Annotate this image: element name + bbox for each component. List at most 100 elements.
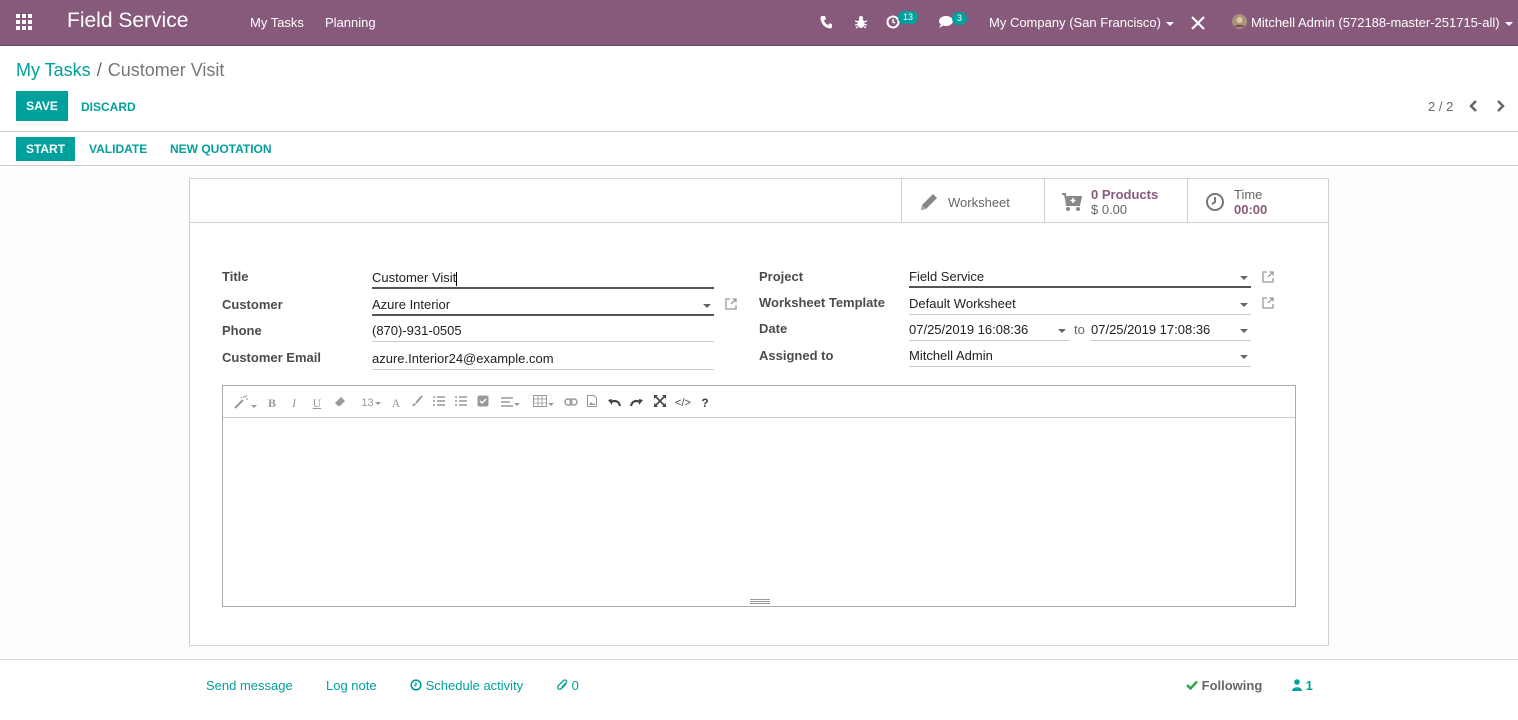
chatter-divider (0, 659, 1518, 660)
chevron-down-icon[interactable] (1058, 329, 1066, 333)
chevron-down-icon (1165, 21, 1174, 26)
image-icon[interactable] (586, 395, 598, 411)
attachments-button[interactable]: 0 (557, 678, 579, 693)
align-dropdown-icon[interactable] (498, 395, 522, 411)
save-button[interactable]: Save (16, 91, 68, 121)
pager-next-icon[interactable] (1496, 97, 1510, 115)
date-start-input[interactable]: 07/25/2019 16:08:36 (909, 319, 1069, 341)
time-stat-text: Time 00:00 (1234, 187, 1267, 217)
help-icon[interactable]: ? (699, 395, 711, 411)
chevron-down-icon[interactable] (1240, 355, 1248, 359)
breadcrumb-separator: / (96, 60, 102, 80)
discard-button[interactable]: Discard (81, 100, 136, 114)
followers-button[interactable]: 1 (1292, 678, 1313, 693)
new-quotation-button[interactable]: New Quotation (170, 142, 272, 156)
customer-input[interactable]: Azure Interior (372, 294, 714, 316)
project-label: Project (759, 269, 804, 284)
send-message-button[interactable]: Send message (206, 678, 293, 693)
description-editor: B I U 13 A </> ? (222, 385, 1296, 607)
assigned-to-label: Assigned to (759, 348, 834, 363)
phone-icon[interactable] (820, 15, 832, 32)
title-label: Title (222, 269, 249, 284)
fullscreen-icon[interactable] (653, 395, 667, 411)
time-stat-button[interactable]: Time 00:00 (1187, 179, 1330, 222)
app-name[interactable]: Field Service (67, 9, 188, 33)
company-switcher[interactable]: My Company (San Francisco) (989, 15, 1174, 30)
debug-bug-icon[interactable] (854, 15, 868, 32)
worksheet-label: Worksheet (948, 195, 1010, 210)
messages-badge: 3 (952, 12, 968, 25)
worksheet-stat-button[interactable]: Worksheet (901, 179, 1044, 222)
pager-value: 2 / 2 (1428, 99, 1454, 114)
phone-input[interactable]: (870)-931-0505 (372, 320, 714, 342)
assigned-to-input[interactable]: Mitchell Admin (909, 345, 1251, 367)
activities-badge: 13 (898, 11, 919, 24)
redo-icon[interactable] (629, 395, 645, 411)
external-link-icon[interactable] (1261, 296, 1275, 310)
customer-email-label: Customer Email (222, 350, 321, 365)
company-name: My Company (San Francisco) (989, 15, 1161, 30)
customer-label: Customer (222, 297, 283, 312)
link-icon[interactable] (563, 395, 579, 411)
date-end-input[interactable]: 07/25/2019 17:08:36 (1091, 319, 1251, 341)
bullet-list-icon[interactable] (432, 395, 446, 411)
paperclip-icon (557, 679, 568, 690)
undo-icon[interactable] (606, 395, 622, 411)
font-color-icon[interactable]: A (390, 395, 402, 411)
code-view-icon[interactable]: </> (673, 395, 693, 411)
cart-plus-icon (1062, 193, 1083, 211)
table-dropdown-icon[interactable] (531, 395, 555, 411)
chevron-down-icon[interactable] (1240, 276, 1248, 280)
editor-resize-handle[interactable] (750, 599, 770, 605)
project-input[interactable]: Field Service (909, 266, 1251, 288)
date-end-value: 07/25/2019 17:08:36 (1091, 322, 1211, 337)
followers-count: 1 (1305, 678, 1313, 693)
attachments-count: 0 (571, 678, 579, 693)
products-stat-button[interactable]: 0 Products $ 0.00 (1044, 179, 1187, 222)
user-avatar[interactable] (1232, 14, 1247, 32)
schedule-activity-label: Schedule activity (425, 678, 524, 693)
messages-icon[interactable]: 3 (939, 12, 968, 32)
menu-planning[interactable]: Planning (325, 15, 376, 30)
tools-icon[interactable] (1191, 16, 1205, 33)
eraser-icon[interactable] (333, 395, 347, 411)
font-size-select[interactable]: 13 (358, 395, 384, 411)
chevron-down-icon[interactable] (703, 304, 711, 308)
description-content[interactable] (223, 418, 1295, 606)
external-link-icon[interactable] (724, 297, 738, 311)
title-input[interactable]: Customer Visit (372, 267, 714, 289)
external-link-icon[interactable] (1261, 270, 1275, 284)
menu-my-tasks[interactable]: My Tasks (250, 15, 304, 30)
products-stat-text: 0 Products $ 0.00 (1091, 187, 1158, 217)
apps-menu-icon[interactable] (16, 14, 34, 30)
chevron-down-icon[interactable] (1240, 303, 1248, 307)
bold-icon[interactable]: B (266, 395, 278, 411)
breadcrumb-my-tasks[interactable]: My Tasks (16, 60, 91, 80)
underline-icon[interactable]: U (310, 395, 324, 411)
validate-button[interactable]: Validate (89, 142, 147, 156)
customer-email-input[interactable]: azure.Interior24@example.com (372, 348, 714, 370)
brush-icon[interactable] (410, 395, 424, 411)
time-value: 00:00 (1234, 202, 1268, 217)
magic-wand-icon[interactable] (233, 395, 257, 411)
italic-icon[interactable]: I (289, 395, 299, 411)
schedule-activity-button[interactable]: Schedule activity (410, 678, 523, 693)
text-cursor (456, 271, 458, 286)
pager-previous-icon[interactable] (1468, 97, 1482, 115)
top-navbar: Field Service My Tasks Planning 13 3 My … (0, 0, 1518, 46)
user-menu[interactable]: Mitchell Admin (572188-master-251715-all… (1251, 15, 1513, 30)
chevron-down-icon[interactable] (1240, 329, 1248, 333)
products-count: 0 Products (1091, 187, 1159, 202)
breadcrumb-current: Customer Visit (107, 60, 225, 80)
chevron-down-icon (1504, 21, 1513, 26)
checklist-icon[interactable] (476, 395, 490, 411)
worksheet-template-label: Worksheet Template (759, 295, 885, 310)
start-button[interactable]: Start (16, 137, 75, 161)
numbered-list-icon[interactable] (454, 395, 468, 411)
log-note-button[interactable]: Log note (326, 678, 377, 693)
editor-toolbar: B I U 13 A </> ? (223, 386, 1295, 418)
activities-clock-icon[interactable]: 13 (886, 11, 919, 33)
worksheet-template-input[interactable]: Default Worksheet (909, 293, 1251, 315)
title-value: Customer Visit (372, 270, 457, 285)
following-button[interactable]: Following (1186, 678, 1262, 693)
